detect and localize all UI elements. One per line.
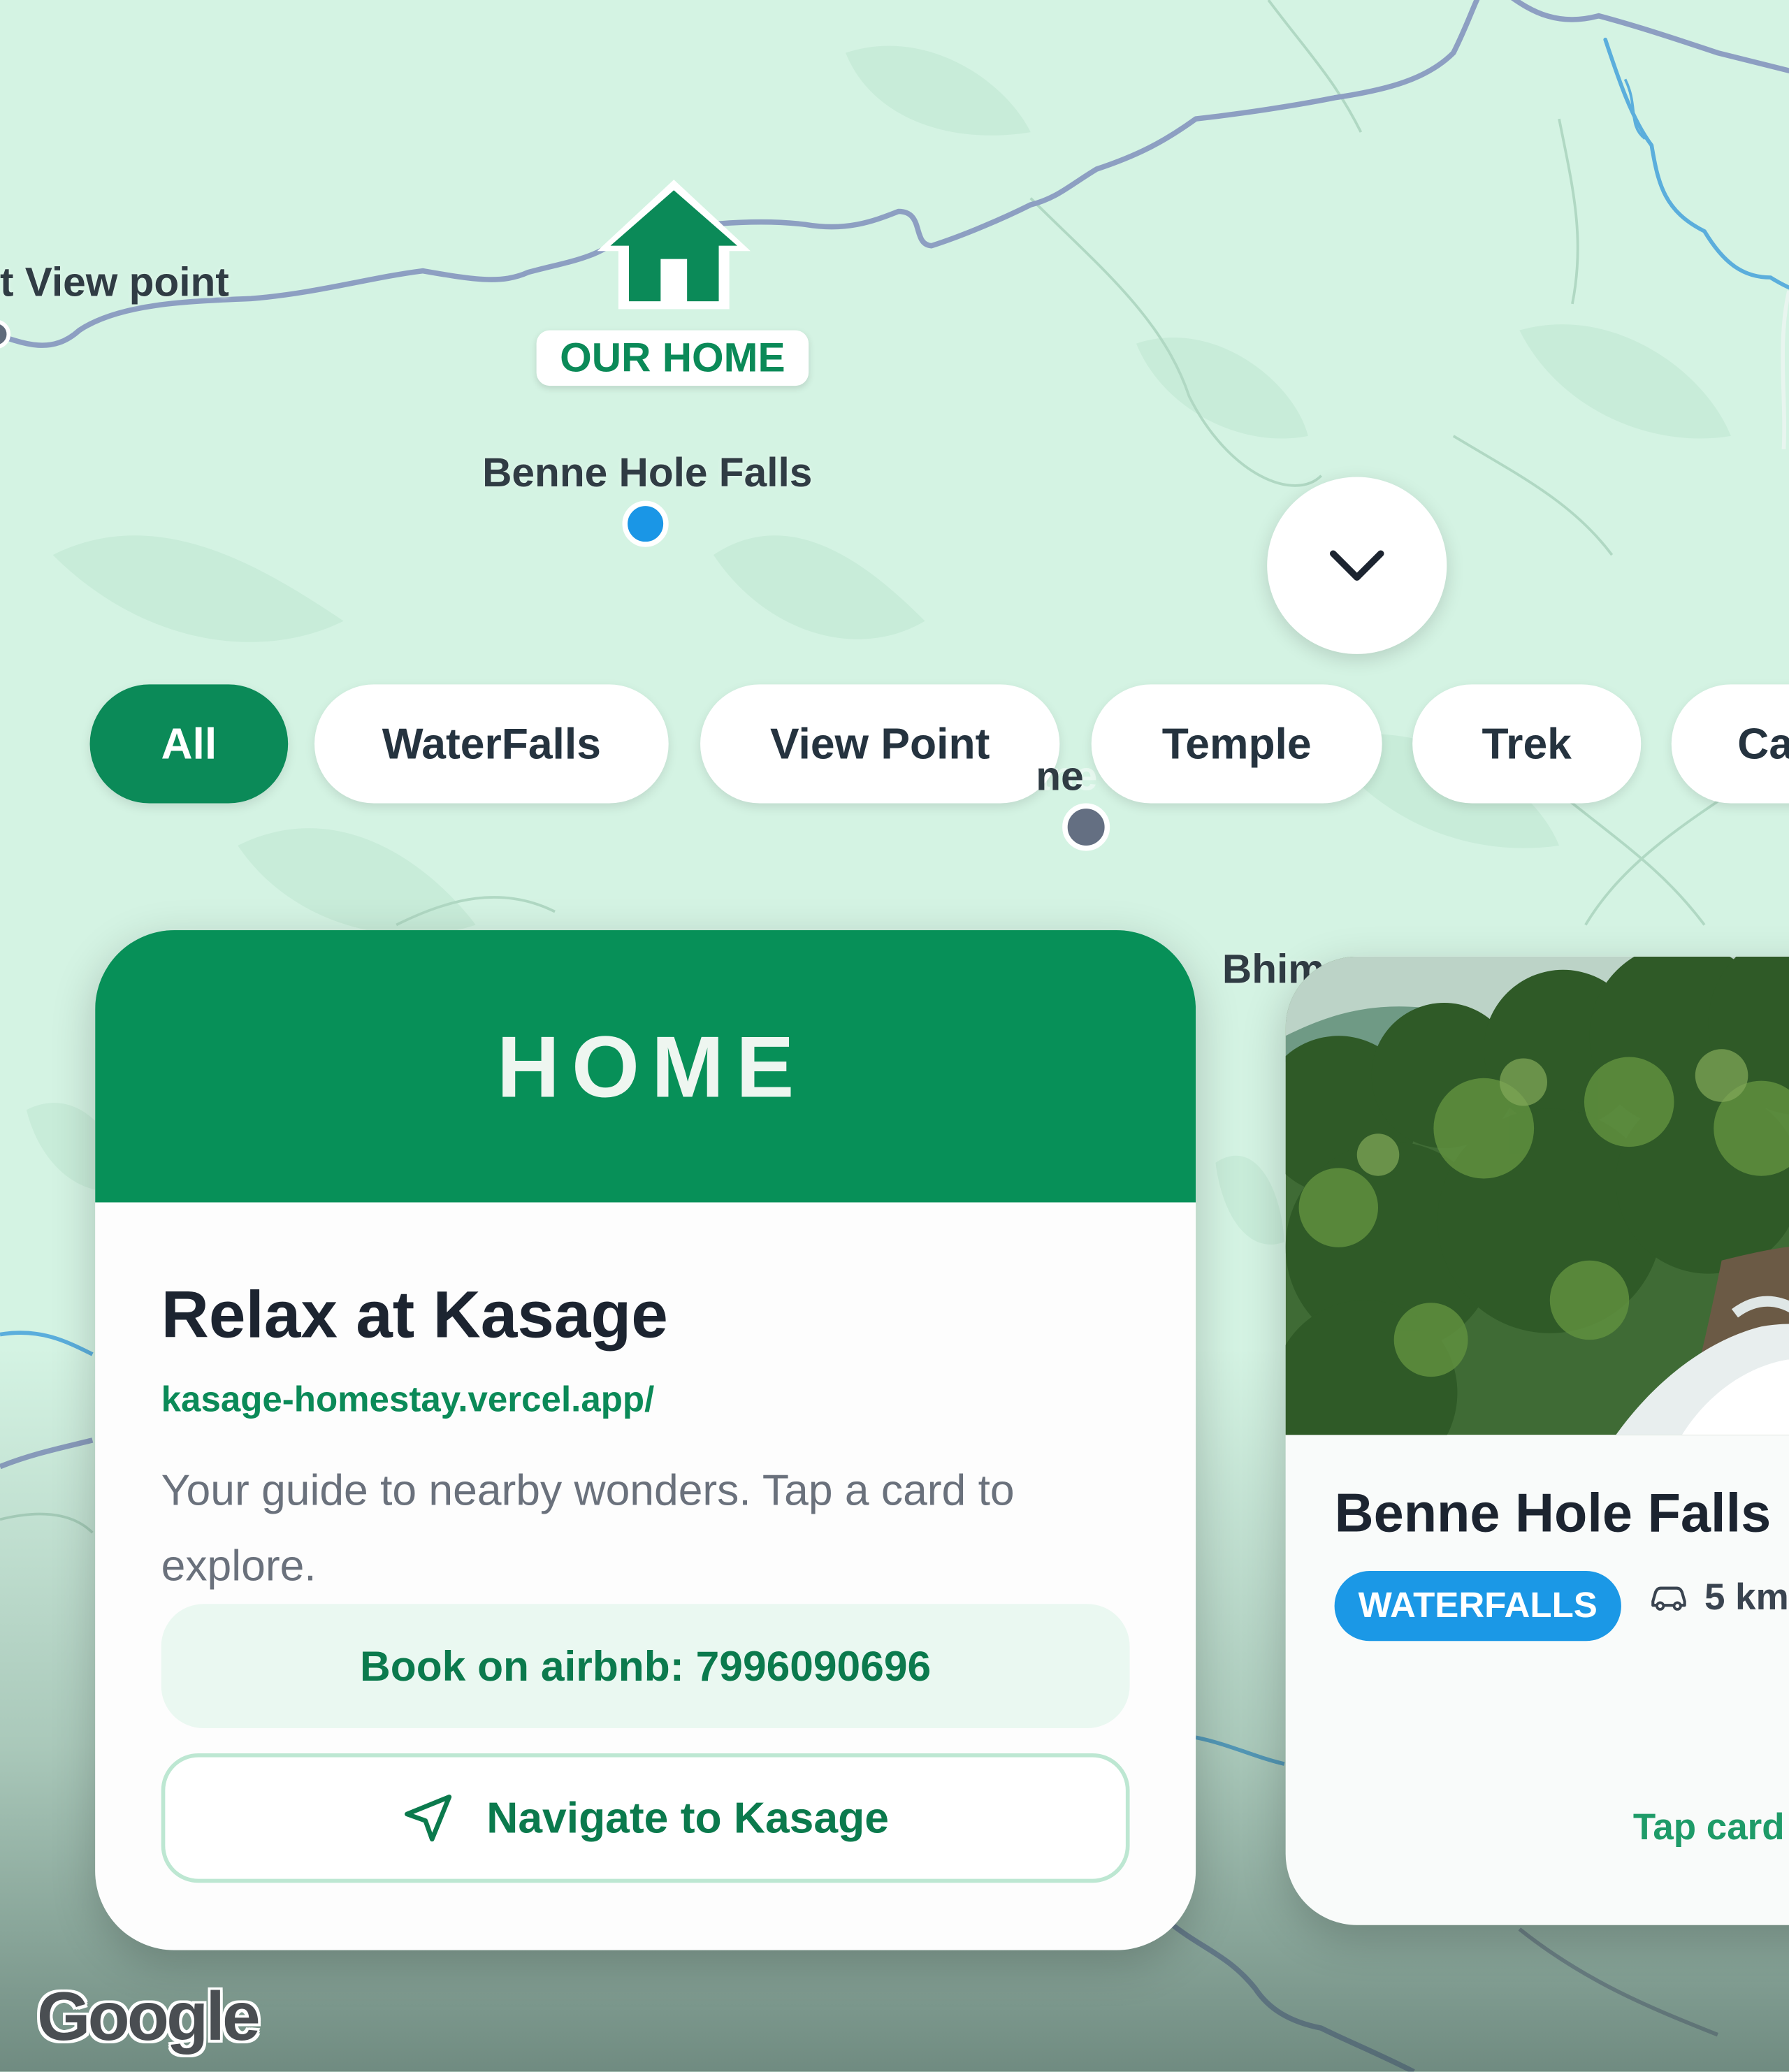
home-card-description: Your guide to nearby wonders. Tap a card… <box>161 1465 1015 1590</box>
collapse-button[interactable] <box>1267 477 1447 654</box>
category-badge: WATERFALLS <box>1334 1571 1621 1642</box>
place-card-title: Benne Hole Falls <box>1334 1482 1772 1544</box>
distance-info: 5 km <box>1649 1577 1789 1619</box>
category-filter-bar: All WaterFalls View Point Temple Trek Ca <box>0 684 1789 806</box>
car-icon <box>1651 1586 1686 1611</box>
navigate-button[interactable]: Navigate to Kasage <box>161 1753 1130 1883</box>
map-marker-nishane-gudda[interactable] <box>1062 803 1110 851</box>
home-card-link[interactable]: kasage-homestay.vercel.app/ <box>161 1379 655 1421</box>
airbnb-booking-button[interactable]: Book on airbnb: 7996090696 <box>161 1604 1130 1729</box>
place-card-photo <box>1285 956 1789 1435</box>
chevron-down-icon <box>1329 550 1384 581</box>
map-label-nishane-gudda[interactable]: Nishane Gudda <box>938 753 1238 801</box>
place-card-hint: Tap card <box>1632 1806 1785 1848</box>
filter-chip-trek[interactable]: Trek <box>1412 684 1642 804</box>
place-card-benne-hole[interactable]: Benne Hole Falls WATERFALLS 5 km Tap car… <box>1285 956 1789 1925</box>
airbnb-booking-label: Book on airbnb: 7996090696 <box>360 1642 932 1690</box>
filter-chip-waterfalls[interactable]: WaterFalls <box>314 684 669 804</box>
home-card[interactable]: HOME Relax at Kasage kasage-homestay.ver… <box>95 930 1196 1950</box>
google-logo: Google <box>36 1979 261 2056</box>
map-label-benne-hole[interactable]: Benne Hole Falls <box>482 449 812 497</box>
app-screen: t View point OUR HOME Benne Hole Falls A… <box>0 0 1789 2072</box>
filter-chip-ca[interactable]: Ca <box>1671 684 1789 804</box>
home-card-header: HOME <box>95 930 1196 1203</box>
home-card-title: Relax at Kasage <box>161 1277 668 1352</box>
home-marker-label[interactable]: OUR HOME <box>536 330 809 386</box>
navigation-arrow-icon <box>405 1795 452 1842</box>
home-card-header-title: HOME <box>496 1017 806 1115</box>
map-label-nishane-gudda-visible: ne <box>1036 753 1084 799</box>
filter-chip-all[interactable]: All <box>89 684 289 804</box>
navigate-button-label: Navigate to Kasage <box>486 1792 889 1842</box>
home-marker-icon[interactable] <box>592 172 755 317</box>
map-marker-benne-hole[interactable] <box>622 500 669 547</box>
distance-value: 5 km <box>1704 1576 1789 1618</box>
map-label-viewpoint[interactable]: t View point <box>0 259 229 307</box>
